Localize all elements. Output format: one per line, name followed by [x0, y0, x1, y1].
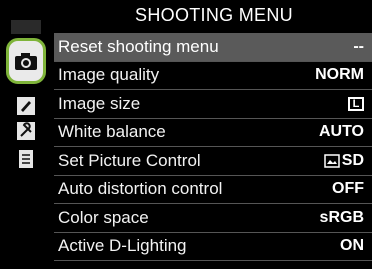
menu-item-label: Auto distortion control — [58, 179, 223, 199]
menu-item-auto-distortion-control[interactable]: Auto distortion control OFF — [54, 176, 372, 204]
page-title: SHOOTING MENU — [135, 5, 293, 25]
menu-item-label: Color space — [58, 207, 149, 227]
menu-item-label: Active D-Lighting — [58, 236, 187, 256]
menu-item-value: SD — [324, 152, 372, 170]
menu-item-active-d-lighting[interactable]: Active D-Lighting ON — [54, 233, 372, 261]
menu-item-value: OFF — [332, 180, 364, 198]
menu-item-label: White balance — [58, 122, 166, 142]
menu-item-label: Set Picture Control — [58, 150, 201, 170]
image-size-icon: L — [348, 96, 364, 111]
menu-item-value: ON — [340, 237, 364, 255]
menu-item-image-size[interactable]: Image size L — [54, 90, 372, 119]
menu-item-label: Image size — [58, 93, 141, 113]
tab-playback[interactable] — [11, 20, 41, 34]
menu-item-value: sRGB — [319, 208, 364, 226]
retouch-icon — [19, 149, 33, 168]
menu-item-color-space[interactable]: Color space sRGB — [54, 204, 372, 233]
menu-tabs — [0, 0, 48, 269]
camera-icon — [15, 53, 37, 70]
tab-setup[interactable] — [11, 117, 41, 144]
menu-item-label: Reset shooting menu — [58, 36, 219, 56]
tab-custom-settings[interactable] — [11, 92, 41, 119]
menu-item-reset-shooting-menu[interactable]: Reset shooting menu -- — [54, 33, 372, 62]
menu-item-value: NORM — [315, 66, 364, 84]
tab-retouch[interactable] — [11, 145, 41, 172]
menu-item-value: L — [348, 96, 372, 111]
camera-menu-screen: SHOOTING MENU Reset shooting menu -- Ima… — [0, 0, 372, 269]
picture-control-value: SD — [341, 151, 364, 169]
image-size-value: L — [352, 97, 360, 110]
menu-item-value: -- — [353, 37, 364, 55]
shooting-menu-list: Reset shooting menu -- Image quality NOR… — [54, 33, 372, 261]
menu-item-set-picture-control[interactable]: Set Picture Control SD — [54, 147, 372, 176]
menu-item-white-balance[interactable]: White balance AUTO — [54, 119, 372, 147]
menu-item-value: AUTO — [318, 123, 364, 141]
menu-item-label: Image quality — [58, 65, 160, 85]
pencil-icon — [17, 96, 35, 115]
menu-item-image-quality[interactable]: Image quality NORM — [54, 62, 372, 90]
wrench-icon — [17, 121, 35, 140]
tab-shooting[interactable] — [6, 38, 46, 84]
picture-control-icon — [324, 154, 340, 168]
